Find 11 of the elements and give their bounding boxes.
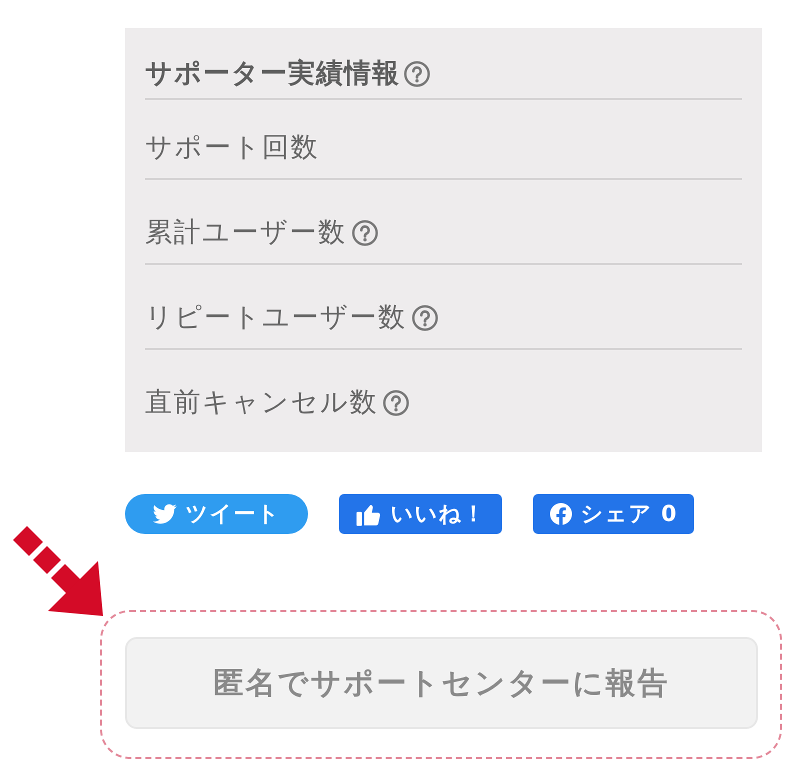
stat-label: 直前キャンセル数 (145, 386, 378, 420)
facebook-logo-icon (550, 503, 572, 525)
panel-title: サポーター実績情報 (145, 58, 400, 90)
report-button[interactable]: 匿名でサポートセンターに報告 (125, 637, 758, 729)
stat-label: 累計ユーザー数 (145, 216, 346, 250)
bird-icon (152, 504, 176, 524)
share-button[interactable]: シェア 0 (533, 494, 694, 534)
tweet-button[interactable]: ツイート (125, 494, 308, 534)
stat-label: リピートユーザー数 (145, 301, 406, 335)
stat-label: サポート回数 (145, 131, 319, 165)
like-button[interactable]: いいね！ (339, 494, 502, 534)
